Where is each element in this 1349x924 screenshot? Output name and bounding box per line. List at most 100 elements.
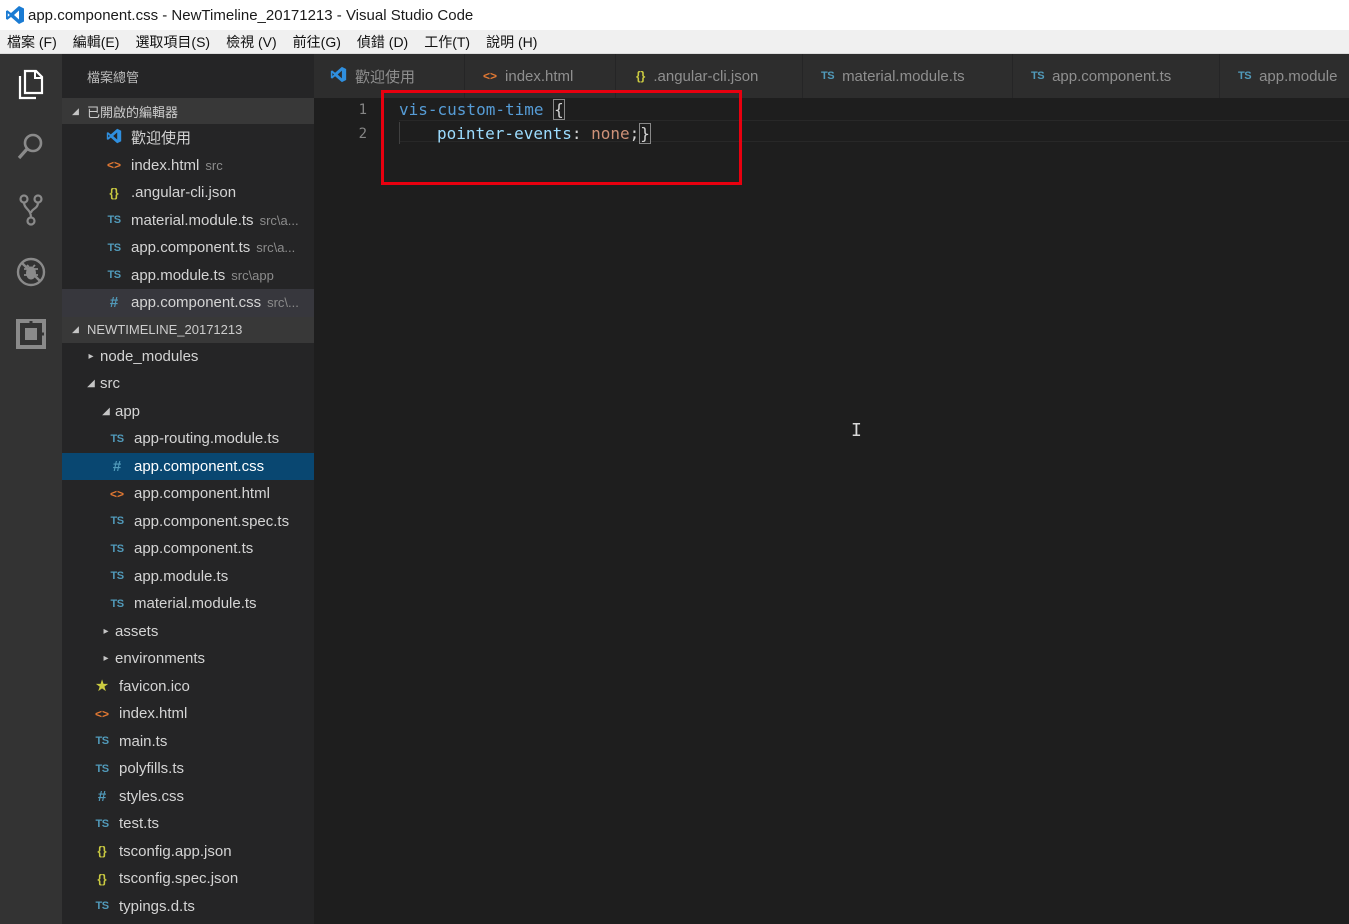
folder-name: environments [115, 650, 206, 668]
tree-file[interactable]: TS main.ts [62, 728, 314, 756]
json-file-icon: {} [109, 185, 119, 200]
line-number: 1 [358, 102, 367, 118]
open-editor-item-active[interactable]: # app.component.css src\... [62, 289, 314, 317]
css-file-icon: # [112, 457, 122, 475]
file-name: tsconfig.spec.json [119, 870, 239, 888]
tab-app-module[interactable]: TS app.module [1220, 54, 1349, 98]
highlight-annotation-box [381, 90, 742, 185]
menu-help[interactable]: 說明 (H) [478, 32, 545, 52]
activity-bar [0, 54, 62, 924]
menu-go[interactable]: 前往(G) [285, 32, 349, 52]
menu-file[interactable]: 檔案 (F) [0, 32, 65, 52]
text-cursor-icon: I [851, 420, 862, 441]
source-control-icon[interactable] [0, 182, 62, 238]
tree-file[interactable]: TS app-routing.module.ts [62, 425, 314, 453]
tab-app-component-ts[interactable]: TS app.component.ts [1013, 54, 1220, 98]
html-file-icon: <> [106, 158, 121, 173]
code-editor[interactable]: 1 2 vis-custom-time { pointer-events: no… [314, 98, 1349, 924]
tree-file[interactable]: <> index.html [62, 700, 314, 728]
folder-src[interactable]: ◢ src [62, 370, 314, 398]
folder-name: node_modules [100, 347, 199, 365]
vscode-icon [330, 66, 347, 86]
typescript-file-icon: TS [110, 597, 124, 610]
folder-environments[interactable]: ▸ environments [62, 645, 314, 673]
open-editor-item[interactable]: <> index.html src [62, 152, 314, 180]
open-editor-name: .angular-cli.json [131, 184, 237, 202]
open-editor-item[interactable]: TS app.component.ts src\a... [62, 234, 314, 262]
chevron-right-icon: ▸ [88, 350, 94, 362]
typescript-file-icon: TS [110, 542, 124, 555]
menu-tasks[interactable]: 工作(T) [416, 32, 478, 52]
open-editor-item[interactable]: TS material.module.ts src\a... [62, 207, 314, 235]
typescript-file-icon: TS [821, 70, 835, 82]
file-name: app.component.css [134, 457, 265, 475]
search-icon[interactable] [0, 118, 62, 174]
tree-file[interactable]: # styles.css [62, 783, 314, 811]
tree-file[interactable]: TS app.component.ts [62, 535, 314, 563]
open-editor-name: app.module.ts [131, 266, 226, 284]
file-name: main.ts [119, 732, 168, 750]
debug-icon[interactable] [0, 244, 62, 300]
open-editor-item[interactable]: TS app.module.ts src\app [62, 262, 314, 290]
folder-name: src [100, 375, 120, 393]
tree-file[interactable]: {} tsconfig.app.json [62, 838, 314, 866]
tree-file[interactable]: TS app.component.spec.ts [62, 508, 314, 536]
open-editor-path: src [205, 157, 223, 173]
typescript-file-icon: TS [107, 214, 121, 227]
tab-label: material.module.ts [842, 67, 965, 85]
tab-material-module[interactable]: TS material.module.ts [803, 54, 1013, 98]
file-name: test.ts [119, 815, 160, 833]
folder-node-modules[interactable]: ▸ node_modules [62, 343, 314, 371]
typescript-file-icon: TS [110, 515, 124, 528]
chevron-right-icon: ▸ [103, 653, 109, 665]
extensions-icon[interactable] [0, 306, 62, 362]
open-editor-name: app.component.ts [131, 239, 251, 257]
open-editor-name: index.html [131, 156, 200, 174]
open-editor-item[interactable]: {} .angular-cli.json [62, 179, 314, 207]
vscode-icon [104, 128, 124, 147]
typescript-file-icon: TS [1031, 70, 1045, 82]
expanded-triangle-icon: ◢ [72, 324, 79, 334]
explorer-icon[interactable] [0, 56, 62, 112]
tree-file[interactable]: TS typings.d.ts [62, 893, 314, 921]
menu-debug[interactable]: 偵錯 (D) [349, 32, 416, 52]
tree-file[interactable]: TS polyfills.ts [62, 755, 314, 783]
title-bar: app.component.css - NewTimeline_20171213… [0, 0, 1349, 30]
tab-label: index.html [505, 67, 574, 85]
open-editor-name: app.component.css [131, 294, 262, 312]
chevron-down-icon: ◢ [102, 405, 110, 417]
tree-file[interactable]: TS material.module.ts [62, 590, 314, 618]
tab-label: app.module [1259, 67, 1338, 85]
window-title: app.component.css - NewTimeline_20171213… [28, 6, 474, 24]
menu-bar: 檔案 (F) 編輯(E) 選取項目(S) 檢視 (V) 前往(G) 偵錯 (D)… [0, 30, 1349, 54]
folder-assets[interactable]: ▸ assets [62, 618, 314, 646]
tree-file-selected[interactable]: # app.component.css [62, 452, 314, 480]
file-name: typings.d.ts [119, 897, 195, 915]
menu-view[interactable]: 檢視 (V) [218, 32, 285, 52]
tree-file[interactable]: TS test.ts [62, 810, 314, 838]
menu-selection[interactable]: 選取項目(S) [127, 32, 218, 52]
file-name: favicon.ico [119, 677, 190, 695]
folder-name: assets [115, 622, 159, 640]
open-editors-label: 已開啟的編輯器 [87, 104, 179, 120]
tree-file[interactable]: TS app.module.ts [62, 563, 314, 591]
tree-file[interactable]: ★ favicon.ico [62, 673, 314, 701]
html-file-icon: <> [94, 706, 109, 721]
folder-app[interactable]: ◢ app [62, 398, 314, 426]
open-editors-header[interactable]: ◢ 已開啟的編輯器 [62, 98, 314, 124]
json-file-icon: {} [636, 69, 646, 83]
open-editor-item[interactable]: 歡迎使用 [62, 124, 314, 152]
menu-edit[interactable]: 編輯(E) [65, 32, 128, 52]
tree-file[interactable]: {} tsconfig.spec.json [62, 865, 314, 893]
chevron-right-icon: ▸ [103, 625, 109, 637]
star-file-icon: ★ [94, 678, 110, 696]
tree-file[interactable]: <> app.component.html [62, 480, 314, 508]
tab-label: app.component.ts [1052, 67, 1172, 85]
file-name: app-routing.module.ts [134, 430, 280, 448]
sidebar-title: 檔案總管 [87, 69, 140, 85]
typescript-file-icon: TS [1238, 70, 1252, 82]
css-file-icon: # [97, 787, 107, 805]
folder-name: app [115, 402, 141, 420]
explorer-sidebar: 檔案總管 ◢ 已開啟的編輯器 歡迎使用 <> index.html src {}… [62, 54, 314, 924]
project-folder-header[interactable]: ◢ NEWTIMELINE_20171213 [62, 316, 314, 343]
